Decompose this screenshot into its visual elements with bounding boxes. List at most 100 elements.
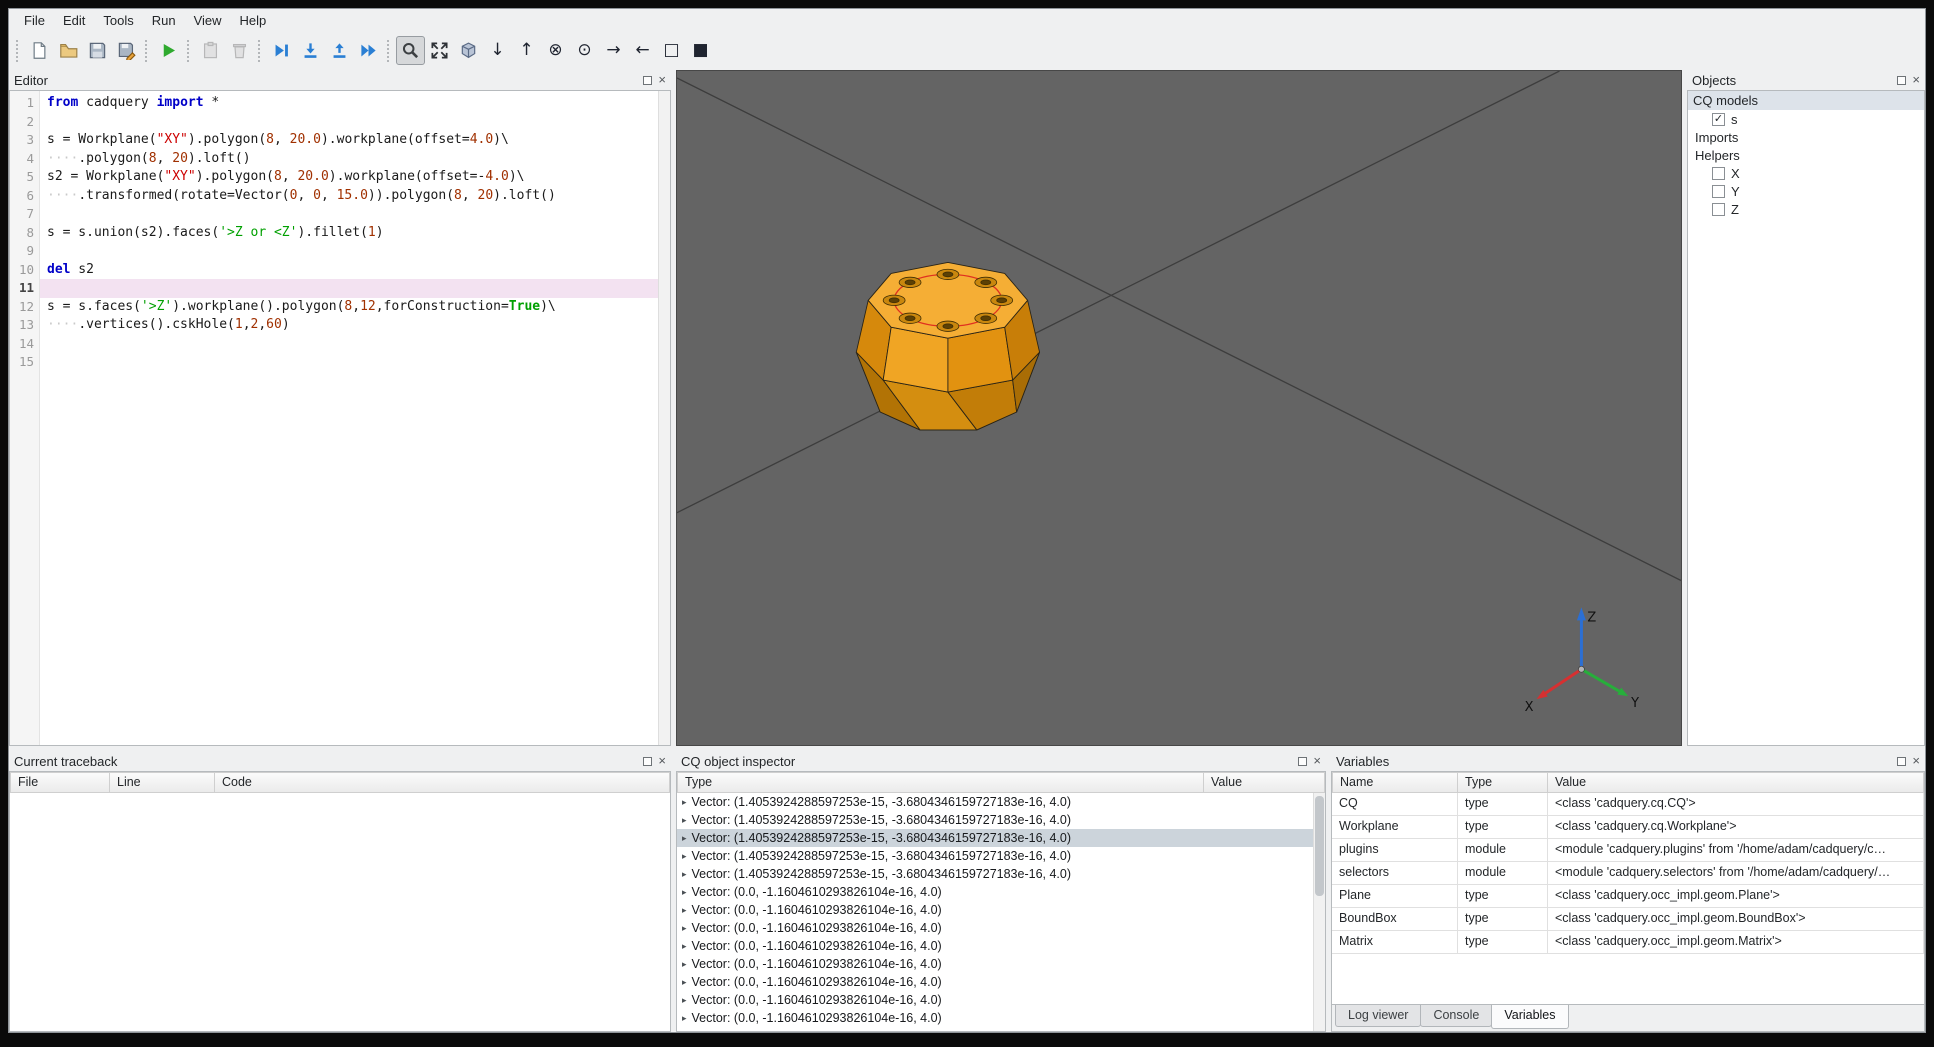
fit-all-button[interactable] — [425, 36, 454, 65]
column-header-type[interactable]: Type — [677, 772, 1204, 793]
shaded-button[interactable]: ■ — [686, 36, 715, 65]
float-panel-icon[interactable] — [1298, 756, 1308, 766]
checkbox-x[interactable] — [1712, 166, 1725, 180]
variables-row[interactable]: Plane type <class 'cadquery.occ_impl.geom.… — [1332, 885, 1924, 908]
inspector-row[interactable]: ▸ Vector: (0.0, -1.1604610293826104e-16, … — [677, 919, 1313, 937]
tab-console[interactable]: Console — [1420, 1005, 1493, 1027]
menu-help[interactable]: Help — [231, 11, 276, 30]
checkbox-s[interactable]: ✓ — [1712, 112, 1725, 126]
3d-viewport[interactable]: X Y Z — [676, 70, 1682, 746]
scrollbar-thumb[interactable] — [1315, 796, 1324, 896]
editor-scrollbar[interactable] — [658, 91, 670, 745]
back-view-button[interactable]: ⊙ — [570, 36, 599, 65]
3d-scene[interactable]: X Y Z — [677, 71, 1681, 745]
expand-arrow-icon[interactable]: ▸ — [682, 815, 687, 826]
variables-row[interactable]: plugins module <module 'cadquery.plugins' … — [1332, 839, 1924, 862]
code-line[interactable]: ····.polygon(8, 20).loft() — [40, 150, 658, 169]
expand-arrow-icon[interactable]: ▸ — [682, 887, 687, 898]
float-panel-icon[interactable] — [643, 75, 653, 85]
debug-step-out-button[interactable] — [325, 36, 354, 65]
column-header-name[interactable]: Name — [1332, 772, 1458, 793]
inspector-row[interactable]: ▸ Vector: (1.4053924288597253e-15, -3.680… — [677, 865, 1313, 883]
expand-arrow-icon[interactable]: ▸ — [682, 1013, 687, 1024]
code-line[interactable] — [40, 279, 658, 298]
tree-item-z[interactable]: Z — [1688, 200, 1924, 218]
expand-arrow-icon[interactable]: ▸ — [682, 797, 687, 808]
inspector-row[interactable]: ▸ Vector: (0.0, -1.1604610293826104e-16, … — [677, 937, 1313, 955]
variables-row[interactable]: Workplane type <class 'cadquery.cq.Workpla… — [1332, 816, 1924, 839]
delete-button[interactable] — [225, 36, 254, 65]
save-button[interactable] — [83, 36, 112, 65]
code-line[interactable] — [40, 205, 658, 224]
editor-code[interactable]: from cadquery import * s = Workplane("XY"… — [40, 91, 658, 745]
inspector-row[interactable]: ▸ Vector: (1.4053924288597253e-15, -3.680… — [677, 847, 1313, 865]
inspector-row[interactable]: ▸ Vector: (0.0, -1.1604610293826104e-16, … — [677, 991, 1313, 1009]
code-line[interactable]: del s2 — [40, 261, 658, 280]
debug-step-in-button[interactable] — [296, 36, 325, 65]
expand-arrow-icon[interactable]: ▸ — [682, 941, 687, 952]
inspector-row[interactable]: ▸ Vector: (0.0, -1.1604610293826104e-16, … — [677, 1009, 1313, 1027]
column-header-value[interactable]: Value — [1548, 772, 1924, 793]
inspector-row[interactable]: ▸ Vector: (0.0, -1.1604610293826104e-16, … — [677, 973, 1313, 991]
inspector-row[interactable]: ▸ Vector: (0.0, -1.1604610293826104e-16, … — [677, 901, 1313, 919]
inspector-row[interactable]: ▸ Vector: (1.4053924288597253e-15, -3.680… — [677, 811, 1313, 829]
expand-arrow-icon[interactable]: ▸ — [682, 959, 687, 970]
menu-tools[interactable]: Tools — [94, 11, 142, 30]
menu-view[interactable]: View — [185, 11, 231, 30]
float-panel-icon[interactable] — [643, 756, 653, 766]
menu-run[interactable]: Run — [143, 11, 185, 30]
look-up-button[interactable]: ↑ — [512, 36, 541, 65]
code-line[interactable] — [40, 353, 658, 372]
tree-item-helpers[interactable]: Helpers — [1688, 146, 1924, 164]
expand-arrow-icon[interactable]: ▸ — [682, 851, 687, 862]
close-panel-icon[interactable]: × — [1912, 73, 1920, 86]
expand-arrow-icon[interactable]: ▸ — [682, 869, 687, 880]
tree-item-y[interactable]: Y — [1688, 182, 1924, 200]
float-panel-icon[interactable] — [1897, 75, 1907, 85]
code-line[interactable]: s = Workplane("XY").polygon(8, 20.0).wor… — [40, 131, 658, 150]
code-line[interactable]: s2 = Workplane("XY").polygon(8, 20.0).wo… — [40, 168, 658, 187]
expand-arrow-icon[interactable]: ▸ — [682, 905, 687, 916]
inspector-scrollbar[interactable] — [1313, 793, 1325, 1031]
variables-row[interactable]: BoundBox type <class 'cadquery.occ_impl.ge… — [1332, 908, 1924, 931]
expand-arrow-icon[interactable]: ▸ — [682, 833, 687, 844]
inspector-row[interactable]: ▸ Vector: (0.0, -1.1604610293826104e-16, … — [677, 883, 1313, 901]
column-header-line[interactable]: Line — [110, 772, 215, 793]
tree-item-x[interactable]: X — [1688, 164, 1924, 182]
code-line[interactable] — [40, 242, 658, 261]
menu-file[interactable]: File — [15, 11, 54, 30]
code-line[interactable]: ····.transformed(rotate=Vector(0, 0, 15.… — [40, 187, 658, 206]
inspector-row[interactable]: ▸ Vector: (0.0, -1.1604610293826104e-16, … — [677, 955, 1313, 973]
code-line[interactable] — [40, 335, 658, 354]
code-line[interactable] — [40, 113, 658, 132]
column-header-type[interactable]: Type — [1458, 772, 1548, 793]
close-panel-icon[interactable]: × — [658, 754, 666, 767]
tree-item-s[interactable]: ✓ s — [1688, 110, 1924, 128]
code-line[interactable]: ····.vertices().cskHole(1,2,60) — [40, 316, 658, 335]
inspector-row[interactable]: ▸ Vector: (1.4053924288597253e-15, -3.680… — [677, 829, 1313, 847]
code-line[interactable]: s = s.faces('>Z').workplane().polygon(8,… — [40, 298, 658, 317]
open-button[interactable] — [54, 36, 83, 65]
tab-variables[interactable]: Variables — [1491, 1005, 1569, 1029]
cq-model[interactable] — [855, 261, 1041, 431]
tree-item-cq-models[interactable]: CQ models — [1688, 91, 1924, 110]
menu-edit[interactable]: Edit — [54, 11, 94, 30]
fit-zoom-button[interactable] — [396, 36, 425, 65]
save-as-button[interactable] — [112, 36, 141, 65]
look-down-button[interactable]: ↓ — [483, 36, 512, 65]
iso-view-button[interactable] — [454, 36, 483, 65]
variables-row[interactable]: selectors module <module 'cadquery.selecto… — [1332, 862, 1924, 885]
float-panel-icon[interactable] — [1897, 756, 1907, 766]
debug-step-button[interactable] — [267, 36, 296, 65]
new-file-button[interactable] — [25, 36, 54, 65]
left-view-button[interactable]: ← — [628, 36, 657, 65]
tab-log-viewer[interactable]: Log viewer — [1335, 1005, 1422, 1027]
expand-arrow-icon[interactable]: ▸ — [682, 923, 687, 934]
variables-row[interactable]: Matrix type <class 'cadquery.occ_impl.geom… — [1332, 931, 1924, 954]
right-view-button[interactable]: → — [599, 36, 628, 65]
expand-arrow-icon[interactable]: ▸ — [682, 995, 687, 1006]
column-header-value[interactable]: Value — [1204, 772, 1325, 793]
close-panel-icon[interactable]: × — [1313, 754, 1321, 767]
checkbox-y[interactable] — [1712, 184, 1725, 198]
checkbox-z[interactable] — [1712, 202, 1725, 216]
